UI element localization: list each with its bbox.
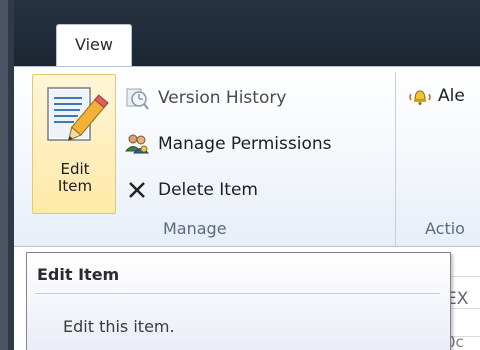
permissions-icon [124,131,150,157]
version-history-icon [124,85,150,111]
tooltip-separator [35,293,440,294]
ribbon-tab-strip: View [14,0,480,66]
version-history-label: Version History [158,88,287,108]
window-edge [0,0,8,350]
edit-item-tooltip: Edit Item Edit this item. [26,252,451,350]
delete-item-label: Delete Item [158,180,258,200]
edit-document-icon [47,87,109,142]
tooltip-body: Edit this item. [63,317,175,336]
alert-me-button[interactable]: Ale [408,83,465,109]
sharepoint-window: View Edit Item Version History Manage Pe… [0,0,480,350]
alert-me-label: Ale [438,86,465,106]
tooltip-title: Edit Item [37,265,120,284]
edit-item-label: Edit Item [57,160,93,195]
manage-permissions-button[interactable]: Manage Permissions [124,129,331,159]
actions-group-label: Actio [425,219,465,238]
group-separator [395,72,396,248]
tab-view[interactable]: View [56,24,132,66]
alert-bell-icon [409,90,431,105]
version-history-button[interactable]: Version History [124,83,286,113]
delete-x-icon [124,177,150,203]
manage-group-label: Manage [163,219,227,238]
delete-item-button[interactable]: Delete Item [124,175,258,205]
manage-permissions-label: Manage Permissions [158,134,332,154]
edit-item-button[interactable]: Edit Item [32,74,116,214]
